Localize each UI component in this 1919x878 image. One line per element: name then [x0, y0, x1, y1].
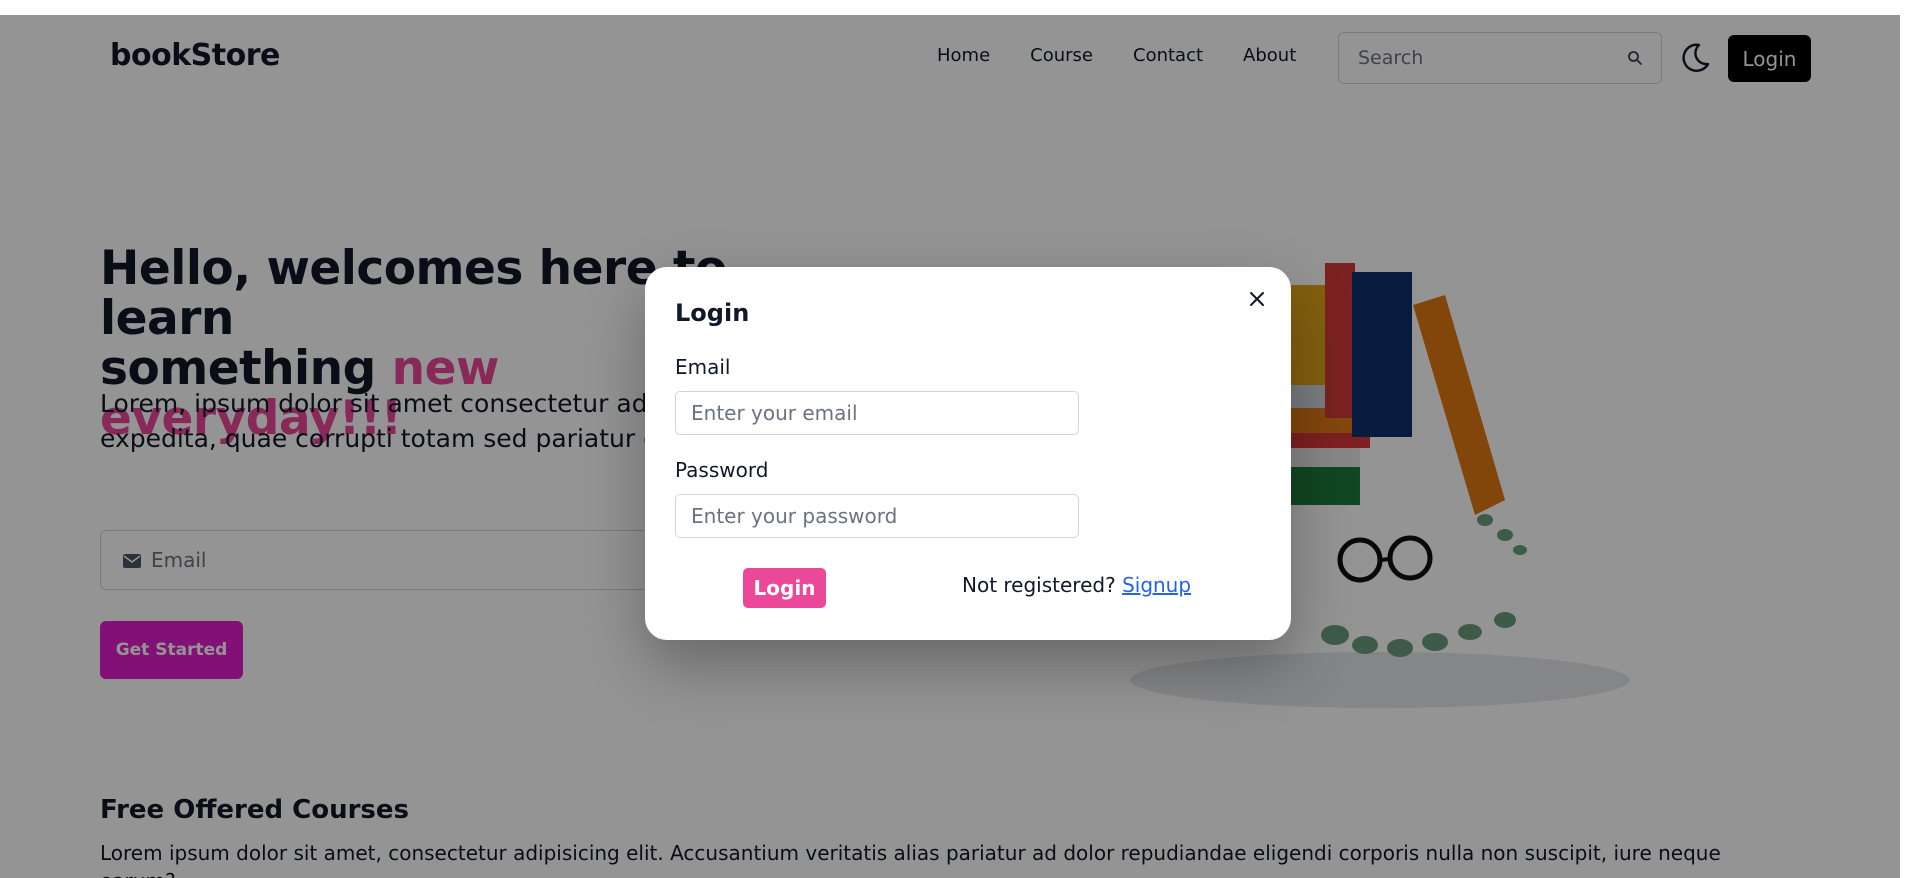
page: bookStore Home Course Contact About Logi…: [0, 15, 1900, 878]
not-registered-text: Not registered?: [962, 573, 1116, 597]
close-button[interactable]: [1245, 287, 1269, 311]
password-label: Password: [675, 458, 769, 482]
modal-title: Login: [675, 299, 750, 327]
email-field[interactable]: [675, 391, 1079, 435]
close-icon: [1250, 292, 1264, 306]
login-modal: Login Email Password Login Not registere…: [645, 267, 1291, 640]
signup-link[interactable]: Signup: [1122, 573, 1191, 597]
login-button[interactable]: Login: [743, 568, 826, 608]
email-label: Email: [675, 355, 731, 379]
password-field[interactable]: [675, 494, 1079, 538]
signup-row: Not registered? Signup: [962, 573, 1191, 597]
